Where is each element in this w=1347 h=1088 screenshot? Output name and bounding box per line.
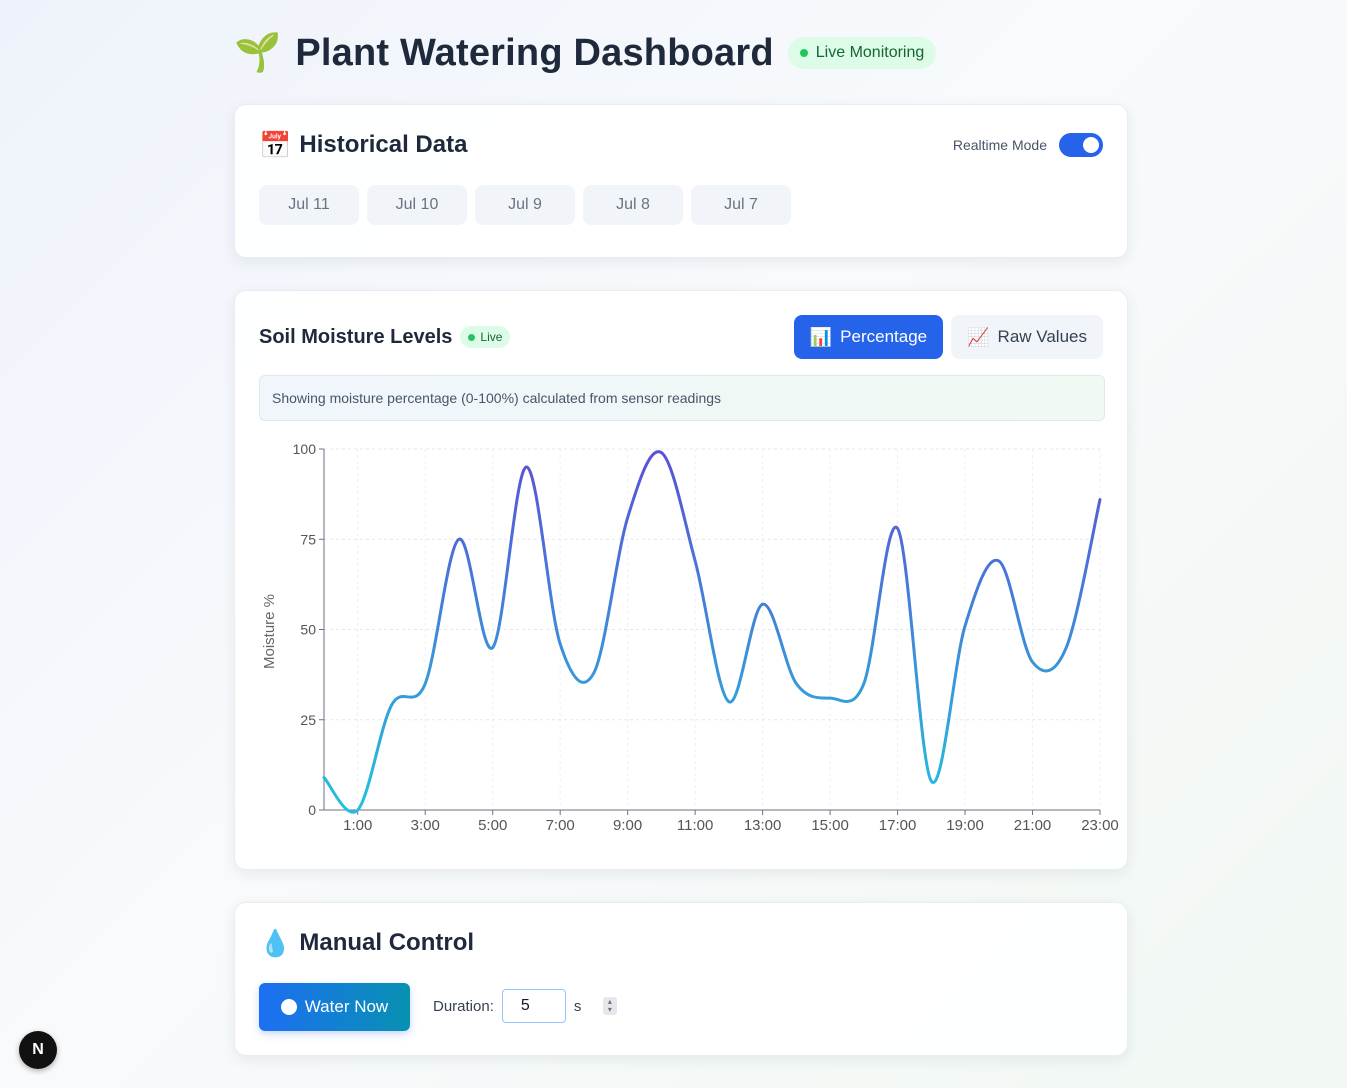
date-button-jul-9[interactable]: Jul 9: [475, 185, 575, 225]
y-tick-label: 25: [300, 712, 316, 728]
x-tick-label: 23:00: [1081, 817, 1119, 834]
historical-data-heading: Historical Data: [299, 131, 468, 158]
x-tick-label: 1:00: [343, 817, 372, 834]
seedling-icon: 🌱: [234, 32, 282, 74]
page-header: 🌱 Plant Watering Dashboard Live Monitori…: [234, 30, 1128, 76]
toggle-knob: [1083, 137, 1099, 153]
date-selector: Jul 11 Jul 10 Jul 9 Jul 8 Jul 7: [259, 185, 791, 225]
manual-control-title: 💧 Manual Control: [259, 927, 474, 959]
historical-data-title: 📅 Historical Data: [259, 129, 467, 161]
moisture-series-line: [322, 450, 1102, 814]
date-button-jul-7[interactable]: Jul 7: [691, 185, 791, 225]
water-indicator-icon: [280, 999, 297, 1015]
realtime-mode-label: Realtime Mode: [952, 137, 1047, 153]
x-tick-label: 3:00: [411, 817, 440, 834]
moisture-line-chart: 0 25 50 75 100 1:00 3:00 5:00 7:00 9:00 11:00 13:00…: [261, 441, 1119, 834]
duration-label: Duration:: [433, 997, 494, 1015]
page-title: Plant Watering Dashboard: [295, 31, 774, 74]
x-tick-label: 15:00: [811, 817, 849, 834]
droplet-icon: 💧: [259, 927, 292, 958]
live-monitoring-badge: Live Monitoring: [787, 37, 937, 69]
manual-control-heading: Manual Control: [299, 929, 475, 956]
x-tick-label: 9:00: [613, 817, 642, 834]
manual-control-card: 💧 Manual Control Water Now Duration: ▴ ▾…: [234, 902, 1128, 1056]
duration-stepper[interactable]: ▴ ▾: [602, 997, 617, 1015]
realtime-mode-control: Realtime Mode: [953, 133, 1103, 157]
duration-unit: s: [573, 997, 582, 1015]
x-tick-label: 13:00: [744, 817, 782, 834]
status-dot-icon: [799, 49, 808, 57]
water-now-button[interactable]: Water Now: [259, 983, 410, 1031]
live-monitoring-label: Live Monitoring: [815, 44, 925, 61]
duration-input-wrap: ▴ ▾: [501, 989, 617, 1023]
date-button-jul-8[interactable]: Jul 8: [583, 185, 683, 225]
duration-input[interactable]: [501, 989, 566, 1023]
x-tick-label: 7:00: [546, 817, 575, 834]
x-tick-label: 11:00: [677, 817, 713, 834]
y-tick-label: 50: [300, 622, 316, 638]
date-button-jul-10[interactable]: Jul 10: [367, 185, 467, 225]
y-axis-label: Moisture %: [261, 594, 278, 669]
soil-moisture-card: Soil Moisture Levels Live 📊 Percentage 📈…: [234, 290, 1128, 870]
x-tick-label: 19:00: [946, 817, 984, 834]
y-tick-label: 75: [300, 531, 316, 547]
y-tick-label: 100: [293, 441, 317, 457]
x-tick-label: 21:00: [1014, 817, 1052, 834]
historical-data-card: 📅 Historical Data Realtime Mode Jul 11 J…: [234, 104, 1128, 258]
stepper-down-icon[interactable]: ▾: [608, 1006, 612, 1014]
calendar-icon: 📅: [259, 129, 292, 160]
nextjs-dev-indicator[interactable]: N: [19, 1031, 57, 1069]
date-button-jul-11[interactable]: Jul 11: [259, 185, 359, 225]
y-tick-label: 0: [308, 802, 316, 818]
x-tick-label: 17:00: [879, 817, 917, 834]
realtime-mode-toggle[interactable]: [1059, 133, 1103, 157]
water-now-label: Water Now: [304, 997, 389, 1016]
x-tick-label: 5:00: [478, 817, 507, 834]
duration-control: Duration: ▴ ▾ s: [433, 989, 617, 1023]
